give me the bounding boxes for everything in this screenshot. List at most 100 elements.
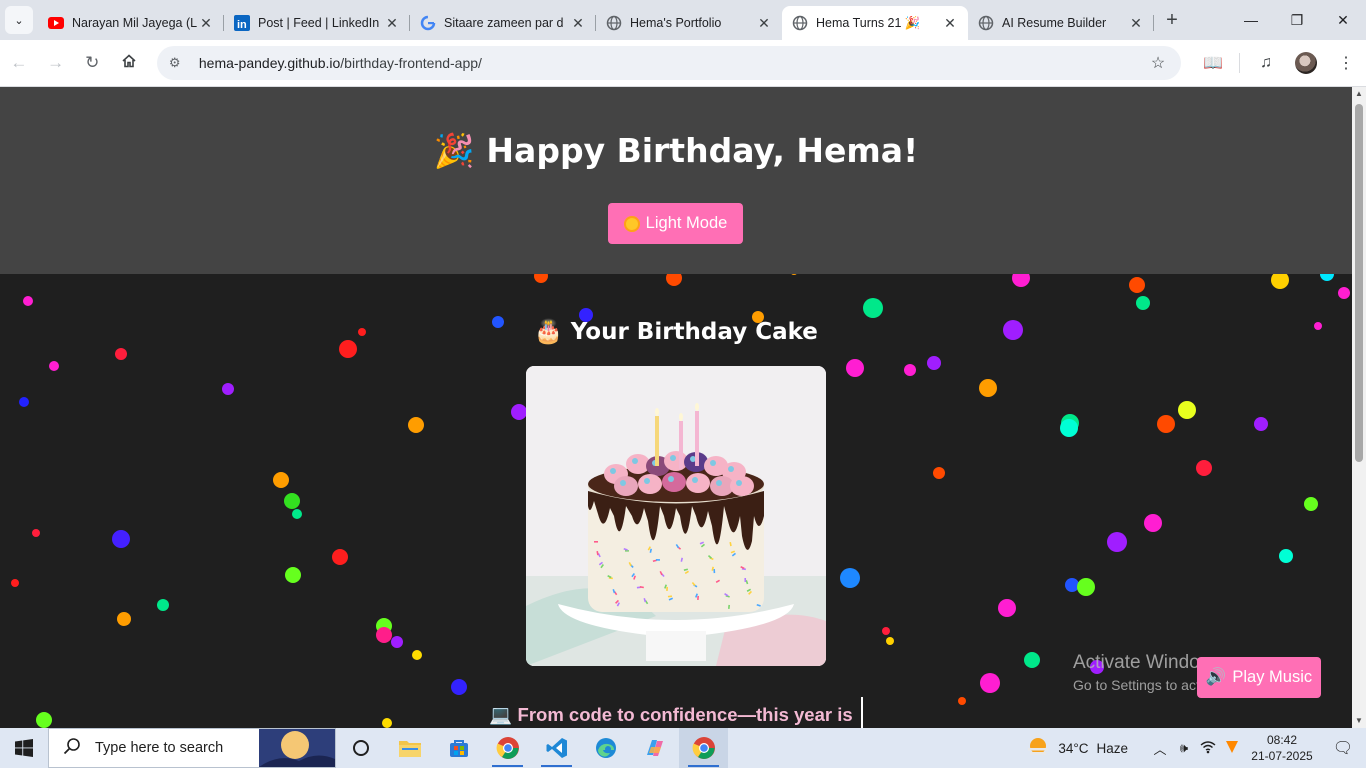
more-vert-icon: ⋮ bbox=[1338, 55, 1354, 72]
tab-linkedin[interactable]: in Post | Feed | LinkedIn ✕ bbox=[224, 6, 410, 40]
wifi-icon[interactable] bbox=[1196, 740, 1220, 757]
scroll-up-arrow-icon[interactable]: ▲ bbox=[1352, 87, 1366, 101]
taskbar-app-file-explorer[interactable] bbox=[385, 728, 434, 768]
tab-search-button[interactable]: ⌄ bbox=[5, 6, 33, 34]
profile-button[interactable] bbox=[1286, 45, 1326, 81]
tab-title: Hema Turns 21 🎉 bbox=[816, 15, 921, 30]
confetti-dot bbox=[32, 529, 40, 537]
play-music-label: Play Music bbox=[1232, 668, 1313, 686]
close-window-button[interactable]: ✕ bbox=[1320, 0, 1366, 40]
chevron-up-icon[interactable]: ︿ bbox=[1148, 739, 1172, 758]
confetti-dot bbox=[1144, 514, 1162, 532]
tab-portfolio[interactable]: Hema's Portfolio ✕ bbox=[596, 6, 782, 40]
confetti-dot bbox=[882, 627, 890, 635]
cortana-button[interactable] bbox=[336, 728, 385, 768]
tab-youtube[interactable]: Narayan Mil Jayega (L ✕ bbox=[38, 6, 224, 40]
taskbar-app-vscode[interactable] bbox=[532, 728, 581, 768]
minimize-button[interactable]: — bbox=[1228, 0, 1274, 40]
confetti-dot bbox=[376, 627, 392, 643]
typing-line: 💻 From code to confidence—this year is bbox=[0, 697, 1352, 728]
address-bar[interactable]: ⚙ hema-pandey.github.io/birthday-fronten… bbox=[156, 46, 1181, 80]
youtube-icon bbox=[48, 15, 64, 31]
search-placeholder: Type here to search bbox=[95, 740, 224, 756]
menu-button[interactable]: ⋮ bbox=[1326, 45, 1366, 81]
confetti-dot bbox=[451, 679, 467, 695]
confetti-dot bbox=[998, 599, 1016, 617]
confetti-dot bbox=[927, 356, 941, 370]
taskbar-app-store[interactable] bbox=[434, 728, 483, 768]
start-button[interactable] bbox=[0, 728, 48, 768]
copilot-icon bbox=[646, 740, 663, 756]
sun-icon bbox=[623, 215, 640, 232]
confetti-dot bbox=[1136, 296, 1150, 310]
site-info-icon[interactable]: ⚙ bbox=[169, 55, 191, 71]
window-controls: — ❐ ✕ bbox=[1228, 0, 1366, 40]
close-icon[interactable]: ✕ bbox=[384, 15, 400, 31]
confetti-dot bbox=[273, 472, 289, 488]
tab-birthday-active[interactable]: Hema Turns 21 🎉 ✕ bbox=[782, 6, 968, 40]
scrollbar-thumb[interactable] bbox=[1355, 104, 1363, 462]
close-icon[interactable]: ✕ bbox=[756, 15, 772, 31]
confetti-dot bbox=[840, 568, 860, 588]
haze-sun-icon bbox=[1028, 738, 1049, 755]
home-icon bbox=[121, 53, 137, 74]
bookmark-star-icon[interactable]: ☆ bbox=[1147, 53, 1169, 73]
store-icon bbox=[449, 740, 468, 757]
forward-button[interactable]: → bbox=[38, 45, 74, 81]
taskbar-apps bbox=[336, 728, 728, 768]
notification-icon: 🗨 bbox=[1332, 740, 1354, 757]
home-button[interactable] bbox=[111, 45, 147, 81]
tab-resume-builder[interactable]: AI Resume Builder ✕ bbox=[968, 6, 1154, 40]
confetti-dot bbox=[23, 296, 33, 306]
music-queue-icon: ♫ bbox=[1260, 54, 1272, 71]
windows-taskbar: Type here to search 34°C Haze ︿ 🕪 08:42 … bbox=[0, 728, 1366, 768]
page-scrollbar[interactable]: ▲ ▼ bbox=[1352, 87, 1366, 728]
confetti-dot bbox=[1196, 460, 1212, 476]
google-icon bbox=[420, 15, 436, 31]
confetti-dot bbox=[980, 673, 1000, 693]
globe-icon bbox=[792, 15, 808, 31]
toolbar-actions: 📖 ♫ ⋮ bbox=[1193, 45, 1366, 81]
tab-title: AI Resume Builder bbox=[1002, 16, 1107, 30]
vlc-icon[interactable] bbox=[1220, 740, 1244, 757]
linkedin-icon: in bbox=[234, 15, 250, 31]
close-icon[interactable]: ✕ bbox=[570, 15, 586, 31]
confetti-dot bbox=[933, 467, 945, 479]
tab-title: Narayan Mil Jayega (L bbox=[72, 16, 198, 30]
taskbar-app-edge[interactable] bbox=[581, 728, 630, 768]
browser-toolbar: ← → ↻ ⚙ hema-pandey.github.io/birthday-f… bbox=[0, 40, 1366, 87]
confetti-dot bbox=[49, 361, 59, 371]
back-button[interactable]: ← bbox=[1, 45, 37, 81]
confetti-dot bbox=[332, 549, 348, 565]
media-control-button[interactable]: ♫ bbox=[1246, 45, 1286, 81]
chevron-down-icon: ⌄ bbox=[14, 14, 24, 27]
clock-time: 08:42 bbox=[1266, 733, 1298, 747]
confetti-dot bbox=[112, 530, 130, 548]
plus-icon: + bbox=[1166, 8, 1178, 31]
taskbar-app-chrome[interactable] bbox=[483, 728, 532, 768]
notification-button[interactable]: 🗨 bbox=[1320, 738, 1366, 758]
weather-widget[interactable]: 34°C Haze bbox=[1026, 737, 1128, 759]
close-icon[interactable]: ✕ bbox=[942, 15, 958, 31]
speaker-icon: 🔊 bbox=[1205, 668, 1227, 686]
restore-button[interactable]: ❐ bbox=[1274, 0, 1320, 40]
page-title: 🎉 Happy Birthday, Hema! bbox=[433, 131, 919, 170]
reload-button[interactable]: ↻ bbox=[74, 45, 110, 81]
taskbar-search-box[interactable]: Type here to search bbox=[48, 728, 336, 768]
volume-icon[interactable]: 🕪 bbox=[1172, 740, 1196, 756]
confetti-dot bbox=[19, 397, 29, 407]
new-tab-button[interactable]: + bbox=[1154, 0, 1190, 40]
taskbar-app-chrome-active[interactable] bbox=[679, 728, 728, 768]
tab-google[interactable]: Sitaare zameen par d ✕ bbox=[410, 6, 596, 40]
play-music-button[interactable]: 🔊 Play Music bbox=[1197, 657, 1321, 698]
taskbar-app-copilot[interactable] bbox=[630, 728, 679, 768]
theme-toggle-button[interactable]: Light Mode bbox=[608, 203, 743, 244]
clock[interactable]: 08:42 21-07-2025 bbox=[1244, 732, 1320, 764]
close-icon[interactable]: ✕ bbox=[1128, 15, 1144, 31]
clock-date: 21-07-2025 bbox=[1251, 749, 1313, 763]
scroll-down-arrow-icon[interactable]: ▼ bbox=[1352, 714, 1366, 728]
confetti-dot bbox=[846, 359, 864, 377]
confetti-dot bbox=[1338, 287, 1350, 299]
reading-mode-button[interactable]: 📖 bbox=[1193, 45, 1233, 81]
close-icon[interactable]: ✕ bbox=[198, 15, 214, 31]
